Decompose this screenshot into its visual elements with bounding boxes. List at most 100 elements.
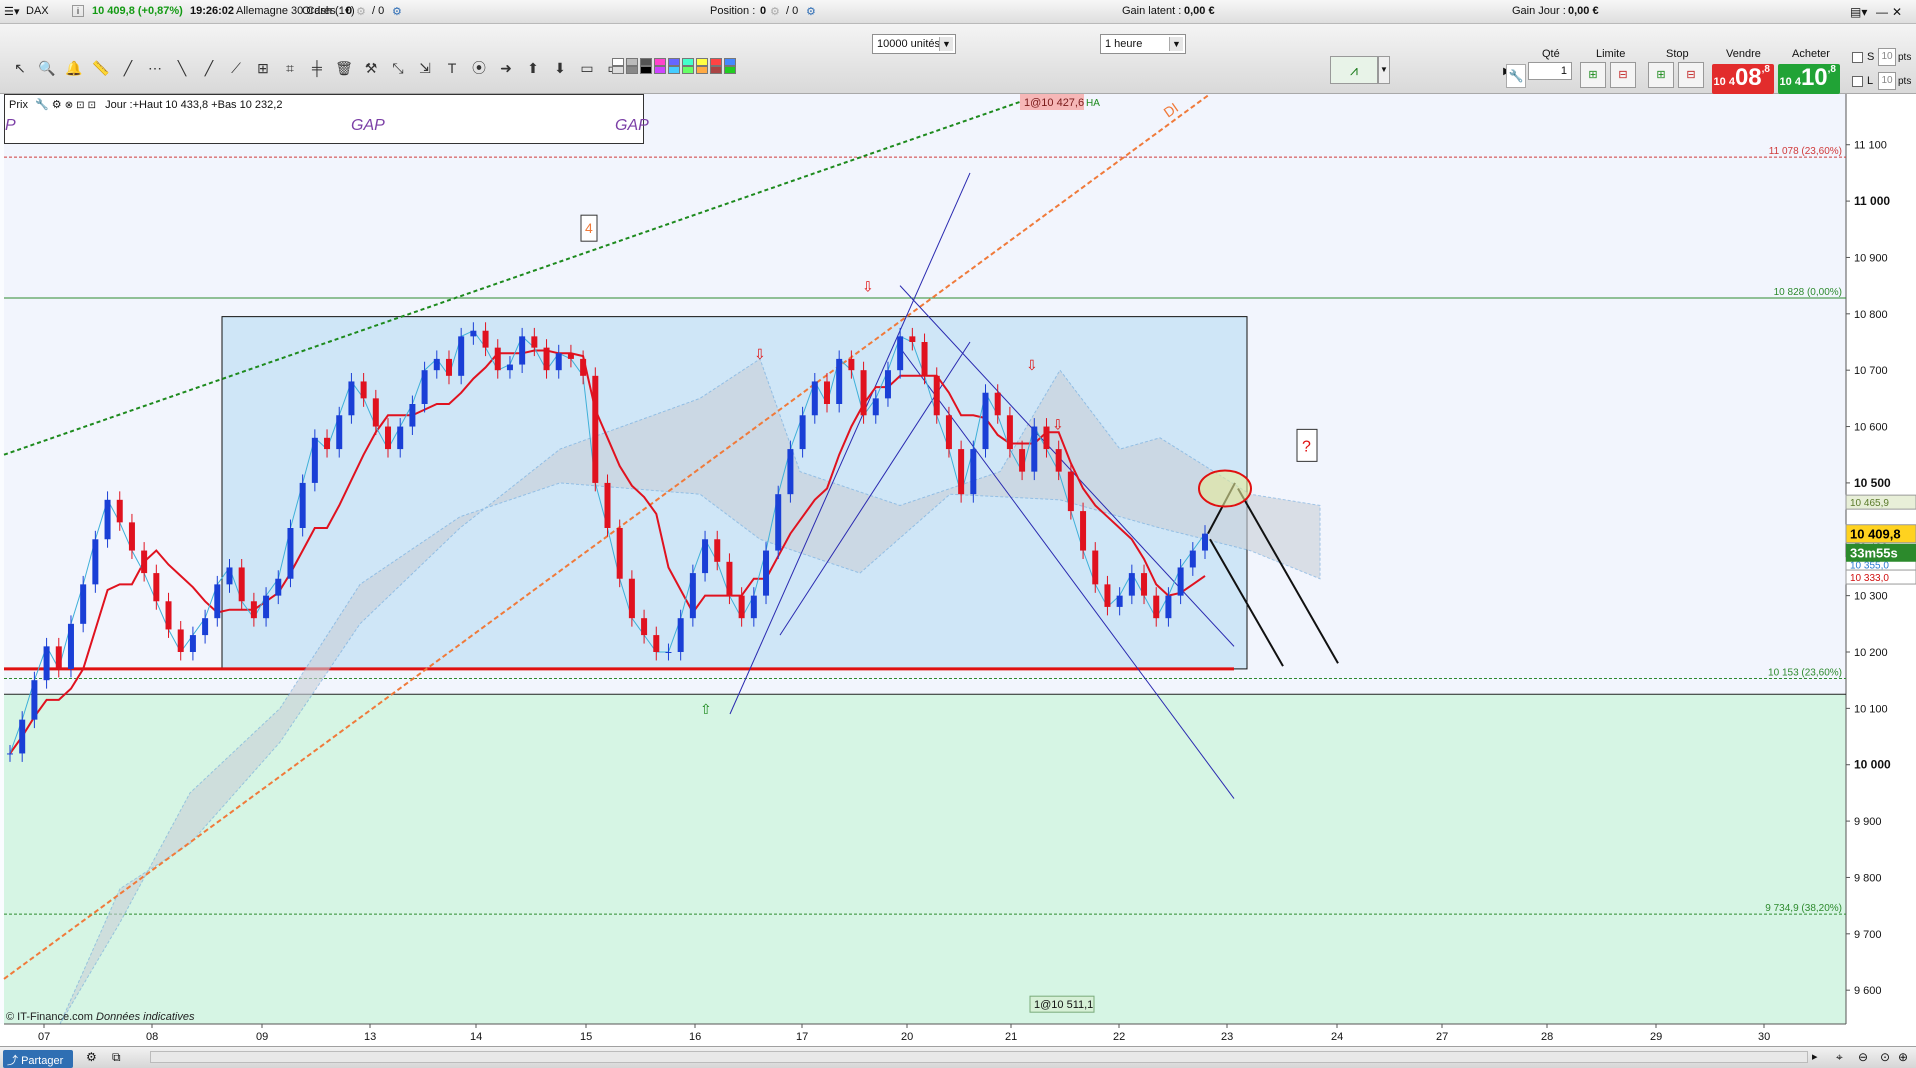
instrument-dropdown-arrow-icon[interactable]: ▾ xyxy=(14,5,20,18)
interval-select[interactable]: 1 heure ▼ xyxy=(1100,34,1186,54)
top-tag-suffix: HA xyxy=(1086,98,1100,109)
drawing-tool-icon-9[interactable]: ⊞ xyxy=(253,58,273,78)
stop-checkbox[interactable] xyxy=(1852,52,1863,63)
color-swatch[interactable] xyxy=(654,58,666,66)
drawing-tool-icon-10[interactable]: ⌗ xyxy=(280,58,300,78)
drawing-tool-icon-5[interactable]: ⋯ xyxy=(145,58,165,78)
drawing-tool-icon-13[interactable]: ⚒ xyxy=(361,58,381,78)
orders-value: 0 xyxy=(346,5,353,17)
buy-price-small: 10 4 xyxy=(1779,76,1801,88)
price-badge-label: 10 409,8 xyxy=(1850,527,1901,542)
limit-pts-input[interactable]: 10 xyxy=(1878,72,1896,90)
limit-checkbox[interactable] xyxy=(1852,76,1863,87)
drawing-tool-icon-6[interactable]: ╲ xyxy=(172,58,192,78)
zoom-out-icon[interactable]: ⊖ xyxy=(1858,1050,1868,1064)
color-swatch[interactable] xyxy=(668,66,680,74)
color-swatch[interactable] xyxy=(682,66,694,74)
zoom-fit-icon[interactable]: ⌖ xyxy=(1836,1050,1843,1065)
chevron-down-icon[interactable]: ▼ xyxy=(1378,56,1390,84)
stop-buy-icon[interactable]: ⊞ xyxy=(1648,62,1674,88)
horizontal-scrollbar[interactable] xyxy=(150,1051,1808,1063)
price-chart[interactable]: 11 100 11 000 10 900 10 800 10 700 10 600 10 5… xyxy=(0,94,1916,1046)
bottom-tag-label: 1@10 511,1 xyxy=(1034,999,1093,1011)
limit-sell-icon[interactable]: ⊟ xyxy=(1610,62,1636,88)
settings-icon[interactable]: ⚙ xyxy=(52,99,62,111)
drawing-tool-icon-16[interactable]: T xyxy=(442,58,462,78)
color-swatch[interactable] xyxy=(724,66,736,74)
color-swatch[interactable] xyxy=(696,58,708,66)
color-swatch[interactable] xyxy=(668,58,680,66)
minimize-icon[interactable]: — xyxy=(1876,5,1888,19)
drawing-tool-icon-21[interactable]: ▭ xyxy=(577,58,597,78)
drawing-tool-icon-8[interactable]: ⟋ xyxy=(226,58,246,78)
target-ellipse xyxy=(1198,469,1252,508)
drawing-tool-icon-20[interactable]: ⬇ xyxy=(550,58,570,78)
instrument-name[interactable]: DAX xyxy=(26,5,49,17)
drawing-tool-icon-12[interactable]: 🗑 xyxy=(334,58,354,78)
drawing-tool-icon-18[interactable]: ➜ xyxy=(496,58,516,78)
limit-buy-icon[interactable]: ⊞ xyxy=(1580,62,1606,88)
color-swatch[interactable] xyxy=(612,66,624,74)
stack-icon[interactable]: ⧉ xyxy=(112,1050,121,1065)
color-swatch[interactable] xyxy=(640,66,652,74)
share-button[interactable]: ⤴ Partager xyxy=(3,1050,73,1068)
sell-button[interactable]: 10 408,8 xyxy=(1712,64,1774,94)
candle-body xyxy=(1067,471,1074,512)
drawing-tool-icon-14[interactable]: ⤡ xyxy=(388,58,408,78)
drawing-tool-icon-0[interactable]: ↖ xyxy=(10,58,30,78)
x-tick-label: 24 xyxy=(1331,1031,1343,1043)
drawing-tool-icon-17[interactable]: ⦿ xyxy=(469,58,489,78)
drawing-tool-icon-4[interactable]: ╱ xyxy=(118,58,138,78)
position-link-icon[interactable]: ⚙ xyxy=(806,5,816,18)
drawing-tool-icon-2[interactable]: 🔔 xyxy=(64,58,84,78)
color-swatch[interactable] xyxy=(710,66,722,74)
color-swatch[interactable] xyxy=(626,66,638,74)
candle-body xyxy=(677,618,684,652)
candle-body xyxy=(909,336,916,342)
settings-icon[interactable]: ⚙ xyxy=(86,1050,97,1064)
window-menu-icon[interactable]: ▤▾ xyxy=(1850,5,1867,19)
scroll-right-icon[interactable]: ▸ xyxy=(1812,1050,1818,1063)
info-icon[interactable]: i xyxy=(72,5,84,17)
menu-icon[interactable]: ☰ xyxy=(4,5,14,18)
color-swatch[interactable] xyxy=(710,58,722,66)
orders-link-icon[interactable]: ⚙ xyxy=(392,5,402,18)
qty-input[interactable]: 1 xyxy=(1528,62,1572,80)
color-swatch[interactable] xyxy=(724,58,736,66)
stop-sell-icon[interactable]: ⊟ xyxy=(1678,62,1704,88)
color-swatch[interactable] xyxy=(640,58,652,66)
chart-area[interactable]: 11 100 11 000 10 900 10 800 10 700 10 600 10 5… xyxy=(0,94,1916,1046)
color-swatch[interactable] xyxy=(682,58,694,66)
candle-body xyxy=(1165,595,1172,619)
drawing-tool-icon-7[interactable]: ╱ xyxy=(199,58,219,78)
color-swatch[interactable] xyxy=(612,58,624,66)
drawing-tool-icon-15[interactable]: ⇲ xyxy=(415,58,435,78)
candle-body xyxy=(836,358,843,404)
buy-button[interactable]: 10 410,8 xyxy=(1778,64,1840,94)
color-swatch[interactable] xyxy=(654,66,666,74)
drawing-tool-icon-19[interactable]: ⬆ xyxy=(523,58,543,78)
chart-type-icon[interactable]: ⩘ xyxy=(1330,56,1378,84)
drawing-tool-icon-1[interactable]: 🔍 xyxy=(37,58,57,78)
stop-pts-input[interactable]: 10 xyxy=(1878,48,1896,66)
wrench-icon[interactable]: 🔧 xyxy=(1506,64,1526,88)
close-icon[interactable]: ✕ xyxy=(1892,5,1902,19)
orders-settings-icon[interactable]: ⚙ xyxy=(356,5,366,18)
fib-level-label: 10 153 (23,60%) xyxy=(1768,667,1842,678)
units-select[interactable]: 10000 unités ▼ xyxy=(872,34,956,54)
close-icon[interactable]: ⊗ xyxy=(65,100,73,111)
wrench-icon[interactable]: 🔧 xyxy=(35,99,49,111)
drawing-tool-icon-11[interactable]: ╪ xyxy=(307,58,327,78)
drawing-tool-icon-3[interactable]: 📏 xyxy=(91,58,111,78)
down-icon[interactable]: ⊡ xyxy=(76,100,84,111)
zoom-in-icon[interactable]: ⊕ xyxy=(1898,1050,1908,1064)
position-settings-icon[interactable]: ⚙ xyxy=(770,5,780,18)
color-swatch[interactable] xyxy=(696,66,708,74)
color-swatch[interactable] xyxy=(626,58,638,66)
candle-body xyxy=(641,618,648,636)
zoom-reset-icon[interactable]: ⊙ xyxy=(1880,1050,1890,1064)
candle-body xyxy=(689,573,696,619)
up-icon[interactable]: ⊡ xyxy=(88,100,96,111)
candle-body xyxy=(945,415,952,450)
candle-body xyxy=(348,381,355,416)
